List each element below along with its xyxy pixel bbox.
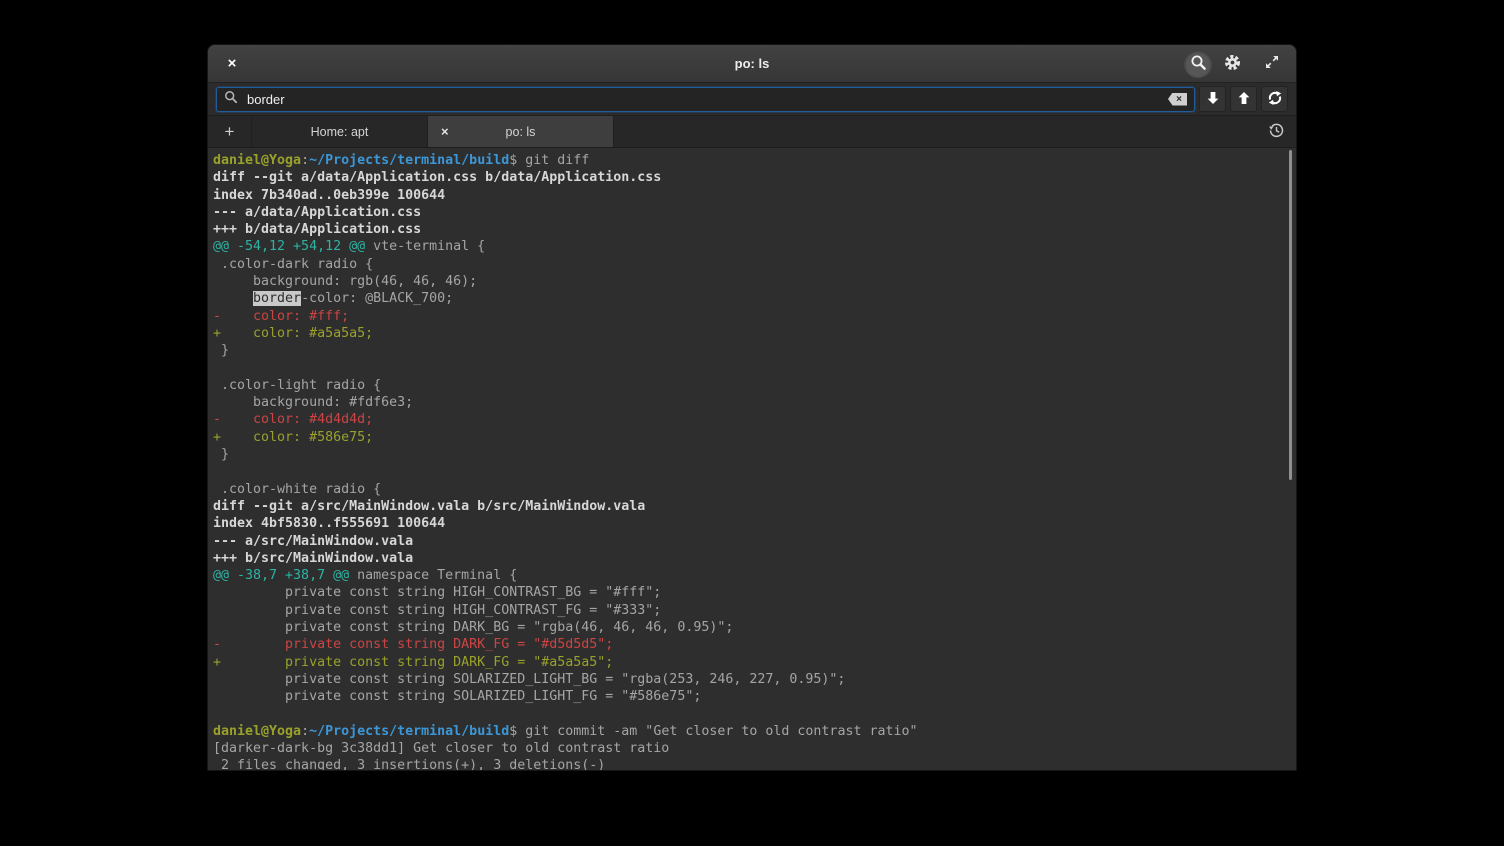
- terminal-line: [213, 463, 1291, 480]
- history-button[interactable]: [1263, 119, 1289, 145]
- terminal-line: private const string HIGH_CONTRAST_FG = …: [213, 602, 1291, 619]
- search-icon: [1190, 54, 1207, 74]
- terminal-line: .color-white radio {: [213, 481, 1291, 498]
- close-icon: ×: [441, 124, 449, 139]
- terminal-line: diff --git a/src/MainWindow.vala b/src/M…: [213, 498, 1291, 515]
- terminal-line: background: #fdf6e3;: [213, 394, 1291, 411]
- window-title: po: ls: [208, 56, 1296, 71]
- scrollbar[interactable]: [1289, 150, 1292, 480]
- search-prev-button[interactable]: [1230, 86, 1257, 112]
- wrap-around-icon: [1267, 90, 1283, 109]
- terminal-line: [darker-dark-bg 3c38dd1] Get closer to o…: [213, 740, 1291, 757]
- new-tab-button[interactable]: +: [208, 116, 252, 147]
- search-next-button[interactable]: [1199, 86, 1226, 112]
- terminal-line: [213, 360, 1291, 377]
- terminal-line: border-color: @BLACK_700;: [213, 290, 1291, 307]
- terminal-line: +++ b/data/Application.css: [213, 221, 1291, 238]
- terminal-line: + color: #586e75;: [213, 429, 1291, 446]
- terminal-line: - color: #fff;: [213, 308, 1291, 325]
- search-bar: ×: [208, 83, 1296, 116]
- search-input[interactable]: [245, 91, 1168, 108]
- terminal-line: daniel@Yoga:~/Projects/terminal/build$ g…: [213, 152, 1291, 169]
- settings-button[interactable]: [1218, 50, 1246, 78]
- terminal-line: [213, 706, 1291, 723]
- titlebar: × po: ls: [208, 45, 1296, 83]
- terminal-line: index 7b340ad..0eb399e 100644: [213, 187, 1291, 204]
- terminal-line: .color-light radio {: [213, 377, 1291, 394]
- terminal-output[interactable]: daniel@Yoga:~/Projects/terminal/build$ g…: [208, 148, 1296, 770]
- tab-bar: + Home: apt × po: ls: [208, 116, 1296, 148]
- history-icon: [1268, 122, 1285, 142]
- terminal-line: @@ -54,12 +54,12 @@ vte-terminal {: [213, 238, 1291, 255]
- terminal-line: private const string SOLARIZED_LIGHT_BG …: [213, 671, 1291, 688]
- tab-home-apt[interactable]: Home: apt: [252, 116, 428, 147]
- terminal-line: private const string HIGH_CONTRAST_BG = …: [213, 584, 1291, 601]
- terminal-line: daniel@Yoga:~/Projects/terminal/build$ g…: [213, 723, 1291, 740]
- desktop-background: × po: ls: [0, 0, 1504, 846]
- terminal-line: 2 files changed, 3 insertions(+), 3 dele…: [213, 757, 1291, 770]
- terminal-line: }: [213, 446, 1291, 463]
- fullscreen-button[interactable]: [1258, 50, 1286, 78]
- terminal-line: - private const string DARK_FG = "#d5d5d…: [213, 636, 1291, 653]
- terminal-line: .color-dark radio {: [213, 256, 1291, 273]
- terminal-line: @@ -38,7 +38,7 @@ namespace Terminal {: [213, 567, 1291, 584]
- tab-po-ls[interactable]: × po: ls: [428, 116, 614, 147]
- search-icon: [224, 90, 238, 109]
- terminal-line: - color: #4d4d4d;: [213, 411, 1291, 428]
- gear-icon: [1223, 53, 1242, 75]
- tab-close-button[interactable]: ×: [441, 125, 449, 138]
- search-wrap-button[interactable]: [1261, 86, 1288, 112]
- terminal-window: × po: ls: [208, 45, 1296, 770]
- terminal-line: background: rgb(46, 46, 46);: [213, 273, 1291, 290]
- terminal-line: +++ b/src/MainWindow.vala: [213, 550, 1291, 567]
- tab-label: po: ls: [506, 125, 536, 139]
- terminal-line: private const string DARK_BG = "rgba(46,…: [213, 619, 1291, 636]
- search-field[interactable]: ×: [216, 87, 1195, 112]
- terminal-line: --- a/data/Application.css: [213, 204, 1291, 221]
- terminal-line: index 4bf5830..f555691 100644: [213, 515, 1291, 532]
- terminal-line: private const string SOLARIZED_LIGHT_FG …: [213, 688, 1291, 705]
- arrow-up-icon: [1237, 91, 1251, 108]
- clear-search-icon[interactable]: ×: [1168, 93, 1187, 106]
- arrow-down-icon: [1206, 91, 1220, 108]
- terminal-line: + private const string DARK_FG = "#a5a5a…: [213, 654, 1291, 671]
- terminal-line: diff --git a/data/Application.css b/data…: [213, 169, 1291, 186]
- terminal-line: --- a/src/MainWindow.vala: [213, 533, 1291, 550]
- fullscreen-expand-icon: [1264, 54, 1280, 73]
- window-close-button[interactable]: ×: [220, 52, 244, 76]
- search-toggle-button[interactable]: [1184, 50, 1212, 78]
- tab-label: Home: apt: [311, 125, 369, 139]
- terminal-line: }: [213, 342, 1291, 359]
- terminal-line: + color: #a5a5a5;: [213, 325, 1291, 342]
- titlebar-actions: [1184, 50, 1296, 78]
- plus-icon: +: [225, 122, 235, 141]
